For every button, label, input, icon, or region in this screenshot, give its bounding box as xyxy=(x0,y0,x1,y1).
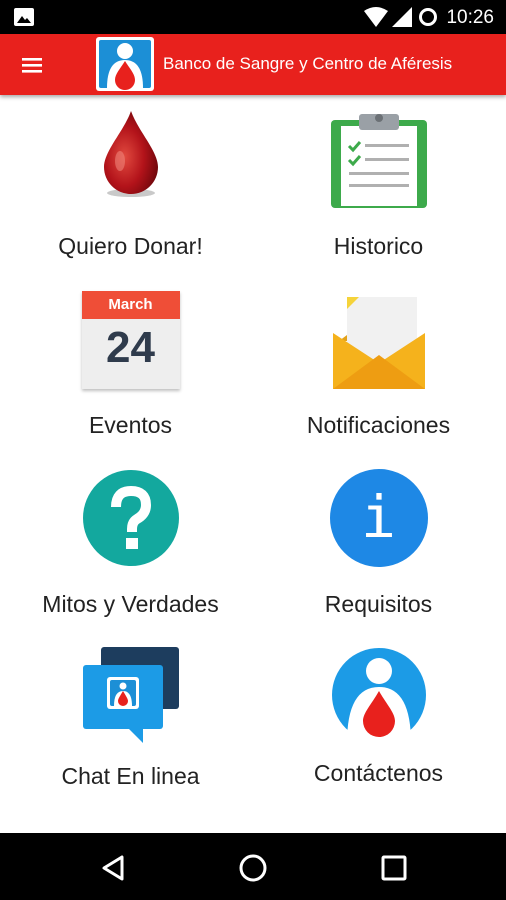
question-icon xyxy=(82,470,179,566)
menu-grid: Quiero Donar! Historico March 24 Eventos xyxy=(0,95,506,833)
menu-item-label: Historico xyxy=(333,233,424,259)
menu-item-contactenos[interactable]: Contáctenos xyxy=(252,643,505,823)
status-bar: 10:26 xyxy=(0,0,506,34)
menu-item-label: Requisitos xyxy=(324,591,433,617)
hamburger-menu-icon[interactable] xyxy=(18,52,48,78)
menu-item-requisitos[interactable]: i Requisitos xyxy=(252,467,505,637)
app-logo xyxy=(96,37,154,91)
wifi-icon xyxy=(364,7,388,27)
menu-item-eventos[interactable]: March 24 Eventos xyxy=(4,285,257,455)
info-glyph: i xyxy=(361,483,396,551)
info-icon: i xyxy=(329,469,428,567)
app-title: Banco de Sangre y Centro de Aféresis xyxy=(163,54,453,73)
menu-item-mitos-y-verdades[interactable]: Mitos y Verdades xyxy=(4,467,257,637)
status-time: 10:26 xyxy=(446,7,494,28)
menu-item-notificaciones[interactable]: Notificaciones xyxy=(252,285,505,455)
menu-item-label: Mitos y Verdades xyxy=(42,591,219,617)
menu-item-quiero-donar[interactable]: Quiero Donar! xyxy=(4,95,257,275)
battery-ring-icon xyxy=(419,8,437,26)
clipboard-icon xyxy=(330,114,427,208)
blood-drop-icon xyxy=(103,111,158,197)
home-icon[interactable] xyxy=(236,851,270,885)
recents-icon[interactable] xyxy=(377,851,411,885)
signal-icon xyxy=(392,7,412,27)
menu-item-label: Notificaciones xyxy=(306,412,451,438)
calendar-month: March xyxy=(81,291,180,319)
menu-item-chat-en-linea[interactable]: Chat En linea xyxy=(4,643,257,823)
menu-item-label: Quiero Donar! xyxy=(58,233,203,259)
navigation-bar xyxy=(0,833,506,900)
menu-item-label: Contáctenos xyxy=(313,760,444,786)
calendar-icon: March 24 xyxy=(81,291,180,389)
calendar-day: 24 xyxy=(106,323,155,372)
back-icon[interactable] xyxy=(96,851,130,885)
envelope-icon xyxy=(332,297,425,389)
chat-icon xyxy=(82,647,179,743)
menu-item-label: Chat En linea xyxy=(61,763,200,789)
image-notification-icon xyxy=(14,8,34,26)
contact-logo-icon xyxy=(331,648,426,743)
app-bar: Banco de Sangre y Centro de Aféresis xyxy=(0,34,506,95)
menu-item-label: Eventos xyxy=(88,412,173,438)
menu-item-historico[interactable]: Historico xyxy=(252,95,505,275)
